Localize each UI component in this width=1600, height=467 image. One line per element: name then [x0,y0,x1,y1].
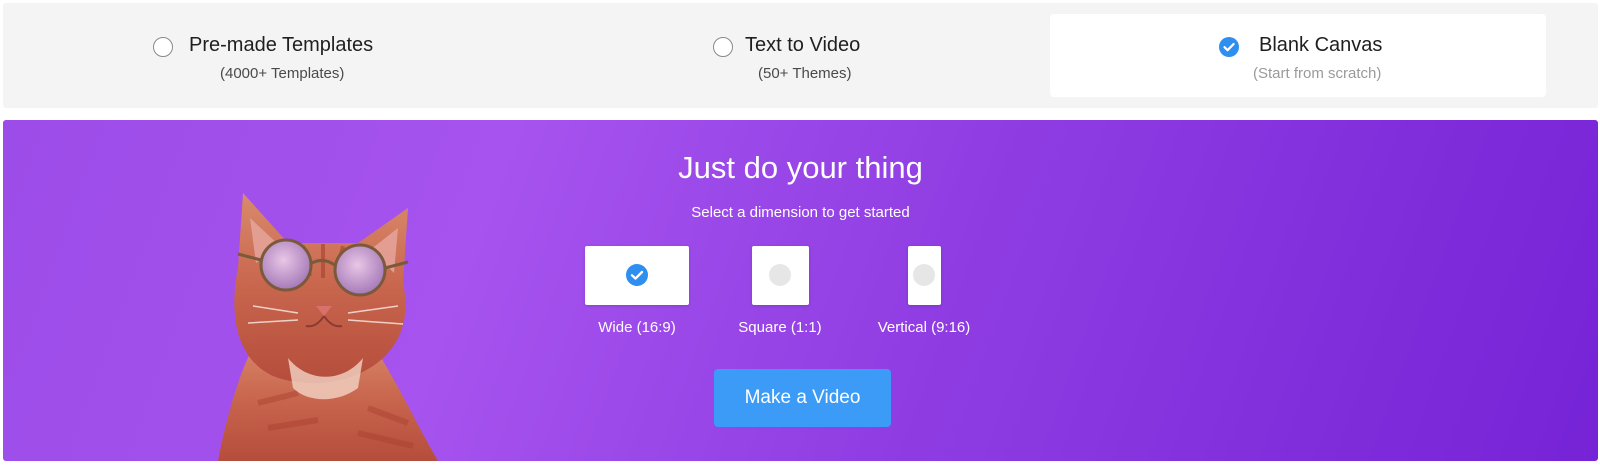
mode-title: Pre-made Templates [189,34,374,56]
mode-premade-templates[interactable]: Pre-made Templates (4000+ Templates) [143,14,443,97]
radio-unchecked-icon[interactable] [153,37,173,57]
mode-title: Blank Canvas [1259,34,1383,56]
mode-blank-canvas[interactable]: Blank Canvas (Start from scratch) [1050,14,1546,97]
dimension-label: Vertical (9:16) [877,319,971,336]
unselected-dot-icon [913,264,935,286]
blank-canvas-panel: Just do your thing Select a dimension to… [3,120,1598,461]
dimension-square-preview[interactable] [752,246,809,305]
cat-with-sunglasses-illustration [218,193,438,461]
mode-text-to-video[interactable]: Text to Video (50+ Themes) [703,14,963,97]
radio-checked-icon[interactable] [1219,37,1239,57]
creation-mode-bar: Pre-made Templates (4000+ Templates) Tex… [3,3,1598,108]
panel-title: Just do your thing [678,150,923,185]
dimension-wide-preview[interactable] [585,246,689,305]
dimension-label: Square (1:1) [738,319,822,336]
mode-subtitle: (Start from scratch) [1253,65,1382,82]
mode-subtitle: (4000+ Templates) [220,65,345,82]
unselected-dot-icon [769,264,791,286]
dimension-vertical-preview[interactable] [908,246,941,305]
mode-subtitle: (50+ Themes) [758,65,852,82]
panel-subtitle: Select a dimension to get started [691,204,910,221]
radio-unchecked-icon[interactable] [713,37,733,57]
checkmark-icon [626,264,648,286]
dimension-label: Wide (16:9) [598,319,676,336]
make-video-button[interactable]: Make a Video [714,369,891,427]
mode-title: Text to Video [745,34,861,56]
